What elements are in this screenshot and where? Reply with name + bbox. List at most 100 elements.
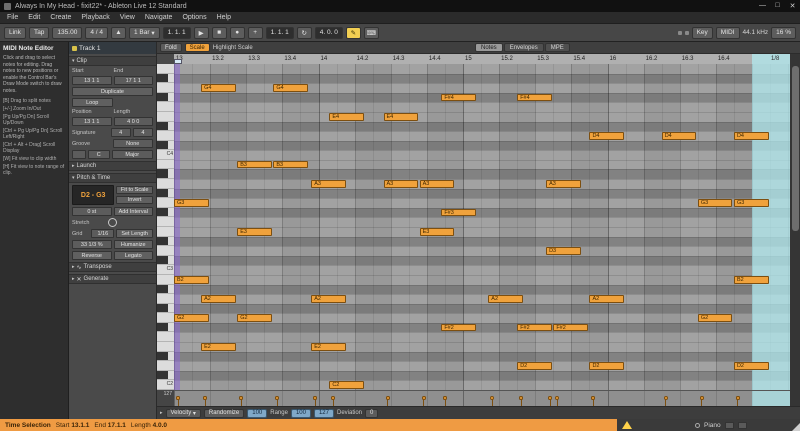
set-length-button[interactable]: Set Length (116, 229, 153, 238)
arrangement-position-field[interactable]: 1. 1. 1 (162, 26, 191, 39)
velocity-marker[interactable] (203, 396, 208, 400)
interval-field[interactable]: 0 st (72, 207, 112, 216)
stretch-knob[interactable] (108, 218, 117, 227)
tap-tempo-button[interactable]: Tap (28, 26, 50, 39)
midi-note[interactable]: E3 (419, 227, 455, 236)
transpose-section-header[interactable]: ▸ ∿ Transpose (69, 262, 156, 272)
midi-note[interactable]: G2 (174, 314, 209, 322)
device-view-icon[interactable] (724, 421, 734, 429)
midi-note[interactable]: F#4 (441, 93, 476, 102)
velocity-marker[interactable] (239, 396, 244, 400)
midi-note[interactable]: E3 (237, 227, 272, 236)
midi-note[interactable]: G4 (201, 83, 236, 92)
humanize-button[interactable]: Humanize (113, 240, 153, 249)
piano-key[interactable] (157, 92, 174, 103)
piano-key[interactable] (157, 121, 174, 132)
piano-key[interactable] (157, 64, 174, 74)
stop-button[interactable]: ■ (211, 26, 227, 39)
midi-note[interactable]: B2 (174, 275, 209, 284)
midi-note[interactable]: D2 (733, 362, 769, 370)
midi-note[interactable]: A2 (589, 294, 625, 303)
midi-note[interactable]: F#4 (517, 93, 552, 102)
velocity-marker[interactable] (490, 396, 495, 400)
menu-help[interactable]: Help (212, 14, 236, 21)
clip-start-field[interactable]: 13 1 1 (72, 76, 112, 85)
velocity-marker[interactable] (313, 396, 318, 400)
invert-button[interactable]: Invert (116, 196, 153, 204)
midi-note[interactable]: D2 (589, 362, 625, 370)
duplicate-button[interactable]: Duplicate (72, 87, 153, 96)
midi-note[interactable]: G3 (697, 199, 733, 207)
piano-key[interactable] (157, 313, 174, 323)
piano-key[interactable] (157, 284, 174, 295)
scale-root-chooser[interactable]: C (87, 150, 110, 159)
fit-to-scale-button[interactable]: Fit to Scale (116, 186, 153, 194)
midi-note[interactable]: A3 (546, 179, 581, 188)
time-signature-field[interactable]: 4 / 4 (85, 26, 108, 39)
piano-key[interactable] (157, 361, 174, 371)
pitch-time-section-header[interactable]: ▾ Pitch & Time (69, 173, 156, 183)
reverse-button[interactable]: Reverse (72, 251, 112, 260)
velocity-marker[interactable] (519, 396, 524, 400)
black-key[interactable] (157, 351, 168, 361)
humanize-amount-field[interactable]: 33 1/3 % (72, 240, 112, 249)
midi-note[interactable]: B3 (237, 160, 272, 169)
vertical-scrollbar[interactable] (790, 54, 800, 406)
grid-chooser[interactable]: 1/16 (91, 229, 115, 238)
velocity-marker[interactable] (735, 396, 740, 400)
black-key[interactable] (157, 140, 168, 150)
midi-note[interactable]: A2 (311, 294, 346, 303)
legato-button[interactable]: Legato (113, 251, 153, 260)
velocity-marker[interactable] (275, 396, 280, 400)
midi-note[interactable]: F#2 (553, 323, 588, 332)
midi-note[interactable]: B3 (273, 160, 308, 169)
menu-playback[interactable]: Playback (76, 14, 114, 21)
tab-notes[interactable]: Notes (475, 43, 503, 52)
key-map-button[interactable]: Key (691, 26, 713, 39)
piano-key[interactable] (157, 217, 174, 227)
midi-note[interactable]: A2 (488, 294, 523, 303)
piano-key[interactable] (157, 102, 174, 112)
clip-position-field[interactable]: 13 1 1 (72, 117, 112, 126)
metronome-icon[interactable]: ▲ (110, 26, 126, 39)
overdub-button[interactable]: + (247, 26, 263, 39)
tab-mpe[interactable]: MPE (544, 43, 570, 52)
clip-section-header[interactable]: ▾ Clip (69, 56, 156, 66)
velocity-marker[interactable] (176, 396, 180, 400)
black-key[interactable] (157, 236, 168, 246)
piano-key[interactable] (157, 207, 174, 218)
velocity-marker[interactable] (591, 396, 596, 400)
velocity-marker[interactable] (548, 396, 553, 400)
grid-interval-display[interactable]: 1/8 (771, 56, 779, 62)
midi-note[interactable]: E4 (383, 112, 419, 121)
draw-mode-button[interactable]: ✎ (345, 26, 361, 39)
record-button[interactable]: ● (229, 26, 245, 39)
highlight-scale-label[interactable]: Highlight Scale (213, 45, 253, 51)
piano-key[interactable] (157, 111, 174, 122)
signature-denominator-field[interactable]: 4 (132, 128, 153, 137)
warning-triangle-icon[interactable] (622, 421, 632, 429)
piano-key[interactable]: C3 (157, 265, 174, 275)
piano-key[interactable] (157, 342, 174, 352)
velocity-marker[interactable] (663, 396, 668, 400)
midi-note[interactable]: D4 (661, 131, 697, 140)
velocity-lane[interactable] (174, 390, 790, 406)
clip-end-field[interactable]: 17 1 1 (113, 76, 153, 85)
menu-navigate[interactable]: Navigate (140, 14, 178, 21)
lane-fold-icon[interactable]: ▸ (160, 410, 163, 416)
midi-note[interactable]: B2 (733, 275, 769, 284)
generate-section-header[interactable]: ▸ ✕ Generate (69, 274, 156, 284)
piano-key[interactable] (157, 303, 174, 314)
resize-grip[interactable] (792, 423, 800, 431)
midi-note[interactable]: F#3 (441, 208, 476, 217)
black-key[interactable] (157, 207, 168, 217)
piano-key[interactable] (157, 131, 174, 141)
midi-note[interactable]: D2 (517, 362, 552, 370)
loop-start-field[interactable]: 1. 1. 1 (265, 26, 294, 39)
midi-note[interactable]: A3 (383, 179, 419, 188)
piano-key[interactable] (157, 140, 174, 151)
menu-options[interactable]: Options (177, 14, 211, 21)
loop-length-field[interactable]: 4. 0. 0 (314, 26, 343, 39)
black-key[interactable] (157, 121, 168, 131)
piano-key[interactable] (157, 332, 174, 343)
